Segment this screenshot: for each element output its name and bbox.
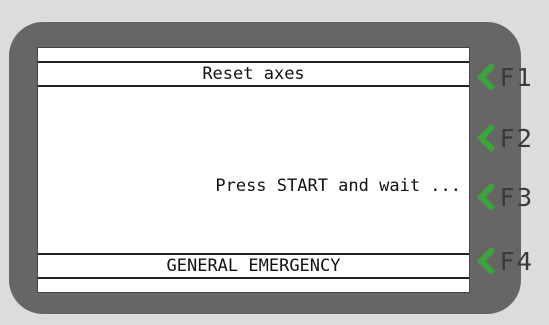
chevron-left-icon xyxy=(476,123,496,153)
status-bar: GENERAL EMERGENCY xyxy=(38,253,469,279)
instruction-message: Press START and wait ... xyxy=(215,176,461,196)
chevron-left-icon xyxy=(476,182,496,212)
f4-key-label: F4 xyxy=(500,246,535,276)
f2-key-button[interactable]: F2 xyxy=(476,121,546,155)
f2-key-label: F2 xyxy=(500,123,535,153)
f1-key-button[interactable]: F1 xyxy=(476,60,546,94)
f1-key-label: F1 xyxy=(500,62,535,92)
header-bar: Reset axes xyxy=(38,61,469,87)
page-title: Reset axes xyxy=(202,64,305,84)
chevron-left-icon xyxy=(476,246,496,276)
display-screen: Reset axes Press START and wait ... GENE… xyxy=(37,47,470,293)
f3-key-label: F3 xyxy=(500,182,535,212)
chevron-left-icon xyxy=(476,62,496,92)
status-message: GENERAL EMERGENCY xyxy=(166,256,341,276)
f4-key-button[interactable]: F4 xyxy=(476,244,546,278)
f3-key-button[interactable]: F3 xyxy=(476,180,546,214)
